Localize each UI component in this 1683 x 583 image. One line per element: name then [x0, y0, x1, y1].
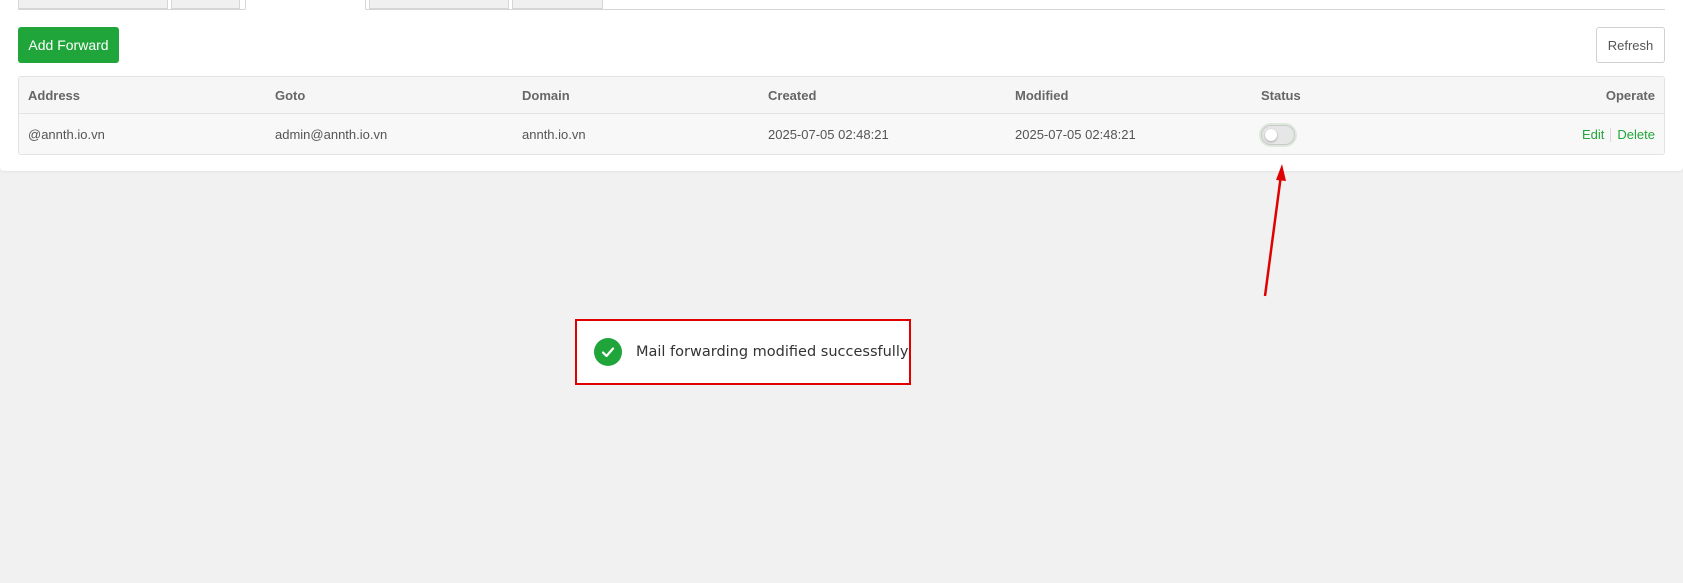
delete-link[interactable]: Delete — [1617, 127, 1655, 142]
cell-goto: admin@annth.io.vn — [275, 127, 388, 142]
forward-panel: Add Forward Refresh Address Goto Domain … — [0, 0, 1683, 171]
column-header-created: Created — [768, 87, 817, 103]
toast-message: Mail forwarding modified successfully — [636, 344, 909, 360]
cell-operate: Edit Delete — [1582, 114, 1655, 154]
arrow-shaft — [1263, 174, 1283, 297]
cell-created: 2025-07-05 02:48:21 — [768, 127, 889, 142]
tab-1[interactable] — [18, 0, 168, 9]
toggle-knob — [1265, 128, 1277, 141]
check-circle-icon — [594, 338, 622, 366]
tab-forward-active[interactable] — [245, 0, 366, 10]
table-header: Address Goto Domain Created Modified Sta… — [19, 77, 1664, 114]
operate-divider — [1610, 127, 1612, 142]
cell-address: @annth.io.vn — [28, 127, 105, 142]
tab-2[interactable] — [171, 0, 240, 9]
success-toast: Mail forwarding modified successfully — [575, 319, 911, 385]
cell-domain: annth.io.vn — [522, 127, 586, 142]
edit-link[interactable]: Edit — [1582, 127, 1604, 142]
forward-table: Address Goto Domain Created Modified Sta… — [18, 76, 1665, 155]
table-row: @annth.io.vn admin@annth.io.vn annth.io.… — [19, 114, 1664, 154]
column-header-status: Status — [1261, 87, 1301, 103]
refresh-button[interactable]: Refresh — [1596, 27, 1665, 63]
column-header-operate: Operate — [1605, 87, 1655, 103]
column-header-modified: Modified — [1015, 87, 1069, 103]
check-mark-icon — [601, 347, 615, 358]
column-header-goto: Goto — [275, 87, 306, 103]
annotation-arrow — [1263, 164, 1286, 297]
tab-5[interactable] — [512, 0, 603, 9]
column-header-address: Address — [28, 87, 81, 103]
add-forward-button[interactable]: Add Forward — [18, 27, 119, 63]
cell-modified: 2025-07-05 02:48:21 — [1015, 127, 1136, 142]
status-toggle[interactable] — [1261, 124, 1295, 145]
column-header-domain: Domain — [522, 87, 570, 103]
cell-status — [1261, 114, 1295, 154]
tab-4[interactable] — [369, 0, 509, 9]
arrow-head — [1276, 164, 1286, 181]
